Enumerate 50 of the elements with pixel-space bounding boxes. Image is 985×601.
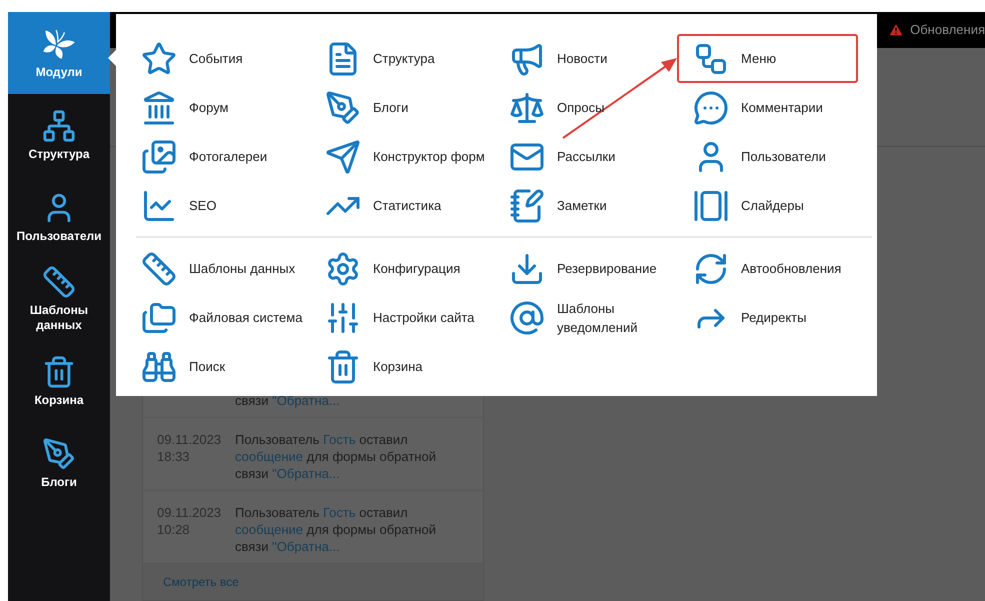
- module-link[interactable]: События: [141, 34, 325, 83]
- module-link[interactable]: Форум: [141, 83, 325, 132]
- at-sign-icon: [509, 300, 545, 336]
- updates-link[interactable]: Обновления: [910, 20, 985, 40]
- module-link[interactable]: Автообновления: [693, 244, 877, 293]
- module-link[interactable]: Файловая система: [141, 293, 325, 342]
- pen-icon: [325, 90, 361, 126]
- module-link[interactable]: SEO: [141, 181, 325, 230]
- module-link[interactable]: Комментарии: [693, 83, 877, 132]
- module-link[interactable]: Фотогалереи: [141, 132, 325, 181]
- module-link[interactable]: Поиск: [141, 342, 325, 391]
- module-link[interactable]: Шаблоны данных: [141, 244, 325, 293]
- trash-icon: [325, 348, 361, 384]
- module-link[interactable]: Пользователи: [693, 132, 877, 181]
- module-link[interactable]: Резервирование: [509, 244, 693, 293]
- sidebar-item[interactable]: Шаблоны данных: [8, 258, 110, 340]
- feed-message: Пользователь Гость оставил сообщение для формы обратной связи "Обратна...: [235, 431, 437, 482]
- module-link[interactable]: Заметки: [509, 181, 693, 230]
- module-link[interactable]: Слайдеры: [693, 181, 877, 230]
- building-icon: [141, 90, 177, 126]
- sidebar-item[interactable]: Корзина: [8, 340, 110, 422]
- module-link[interactable]: Корзина: [325, 342, 509, 391]
- ruler-icon: [141, 250, 177, 286]
- sidebar-item[interactable]: Модули: [8, 12, 110, 94]
- module-link[interactable]: Настройки сайта: [325, 293, 509, 342]
- module-link[interactable]: Блоги: [325, 83, 509, 132]
- module-link[interactable]: Меню: [677, 34, 858, 83]
- trash-icon: [42, 354, 76, 388]
- ruler-icon: [42, 265, 76, 299]
- paper-plane-icon: [325, 138, 361, 174]
- photos-icon: [141, 138, 177, 174]
- star-icon: [141, 40, 177, 76]
- notepad-icon: [509, 188, 545, 224]
- feed-message: связи "Обратна...: [235, 392, 341, 409]
- module-link[interactable]: Рассылки: [509, 132, 693, 181]
- speech-bubble-icon: [693, 90, 729, 126]
- sidebar-item[interactable]: Структура: [8, 94, 110, 176]
- module-link[interactable]: Опросы: [509, 83, 693, 132]
- module-link[interactable]: Структура: [325, 34, 509, 83]
- warning-icon: [888, 22, 904, 38]
- settings-icon: [325, 250, 361, 286]
- pen-icon: [42, 436, 76, 470]
- module-link[interactable]: Конфигурация: [325, 244, 509, 293]
- sidebar-item[interactable]: Блоги: [8, 422, 110, 504]
- module-link[interactable]: Шаблоны уведомлений: [509, 293, 693, 342]
- sidebar-item[interactable]: Пользователи: [8, 176, 110, 258]
- module-link[interactable]: Конструктор форм: [325, 132, 509, 181]
- feed-message: Пользователь Гость оставил сообщение для формы обратной связи "Обратна...: [235, 504, 437, 555]
- module-link[interactable]: Редиректы: [693, 293, 877, 342]
- module-link[interactable]: Статистика: [325, 181, 509, 230]
